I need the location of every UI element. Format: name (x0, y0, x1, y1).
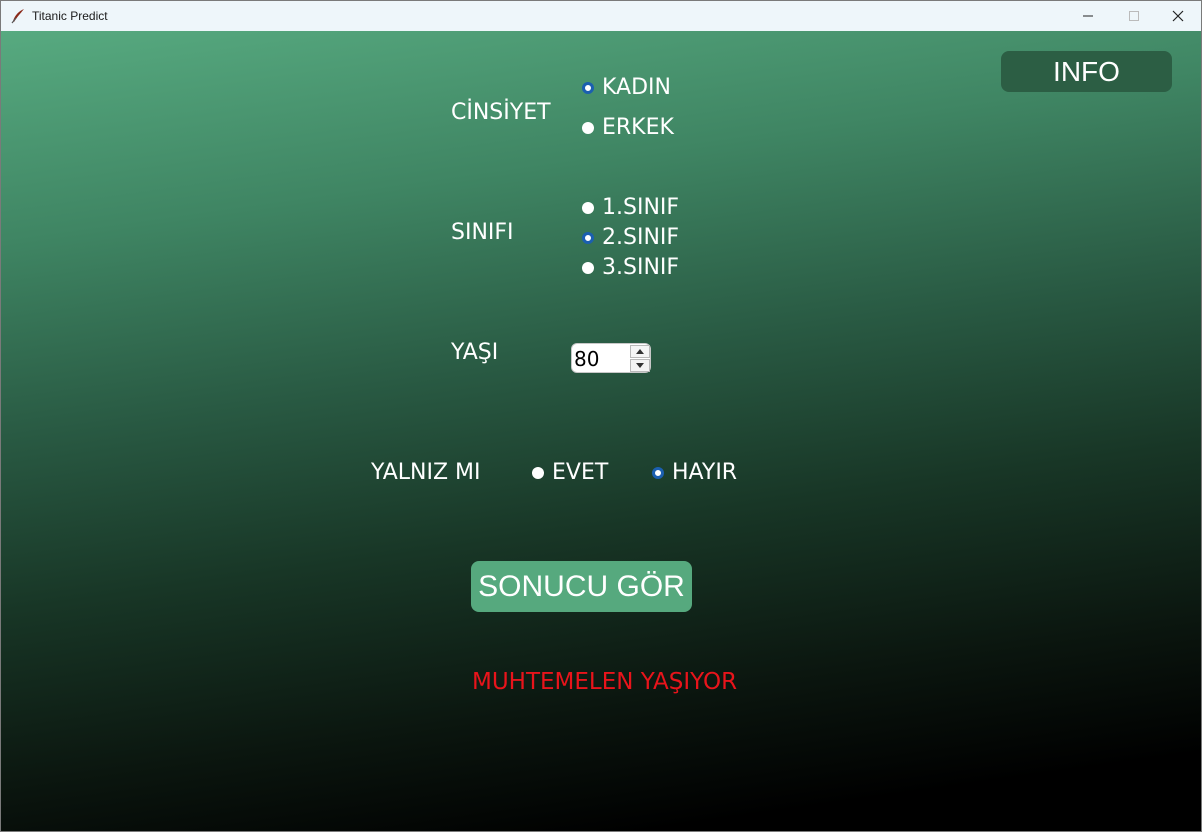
radio-icon (582, 261, 594, 274)
radio-label: ERKEK (602, 115, 674, 140)
title-bar: Titanic Predict (1, 1, 1201, 31)
spin-down-button[interactable] (630, 359, 650, 372)
gender-radio-male[interactable]: ERKEK (582, 115, 674, 140)
class-label: SINIFI (451, 220, 514, 245)
radio-icon (582, 121, 594, 134)
alone-radio-no[interactable]: HAYIR (652, 460, 737, 485)
prediction-result-text: MUHTEMELEN YAŞIYOR (472, 669, 738, 695)
close-icon (1172, 10, 1184, 22)
radio-icon (532, 466, 544, 479)
radio-label: 1.SINIF (602, 195, 680, 220)
age-spinbox[interactable]: 80 (571, 343, 651, 373)
radio-label: EVET (552, 460, 609, 485)
app-window: Titanic Predict INFO CİNSİYET KADIN ERKE… (0, 0, 1202, 832)
class-radio-2[interactable]: 2.SINIF (582, 225, 679, 250)
radio-selected-icon (582, 81, 594, 94)
spin-buttons (630, 345, 650, 372)
age-value[interactable]: 80 (574, 347, 599, 371)
radio-label: 2.SINIF (602, 225, 680, 250)
maximize-button[interactable] (1111, 1, 1157, 31)
close-button[interactable] (1155, 1, 1201, 31)
alone-label: YALNIZ MI (371, 460, 481, 485)
gender-radio-female[interactable]: KADIN (582, 75, 671, 100)
info-button[interactable]: INFO (1001, 51, 1172, 92)
radio-label: 3.SINIF (602, 255, 680, 280)
minimize-icon (1083, 15, 1093, 17)
radio-label: HAYIR (672, 460, 738, 485)
window-title: Titanic Predict (32, 9, 108, 23)
maximize-icon (1129, 11, 1139, 21)
arrow-up-icon (636, 349, 644, 354)
feather-icon (11, 9, 24, 24)
radio-icon (582, 201, 594, 214)
age-label: YAŞI (451, 340, 499, 365)
radio-label: KADIN (602, 75, 671, 100)
gender-label: CİNSİYET (451, 100, 551, 125)
alone-radio-yes[interactable]: EVET (532, 460, 608, 485)
show-result-button[interactable]: SONUCU GÖR (471, 561, 692, 612)
main-panel: INFO CİNSİYET KADIN ERKEK SINIFI 1.SINIF… (1, 31, 1201, 831)
class-radio-1[interactable]: 1.SINIF (582, 195, 679, 220)
class-radio-3[interactable]: 3.SINIF (582, 255, 679, 280)
spin-up-button[interactable] (630, 345, 650, 358)
arrow-down-icon (636, 363, 644, 368)
minimize-button[interactable] (1065, 1, 1111, 31)
radio-selected-icon (652, 466, 664, 479)
radio-selected-icon (582, 231, 594, 244)
